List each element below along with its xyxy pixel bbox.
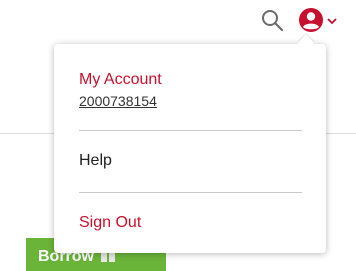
my-account-link[interactable]: My Account (79, 71, 162, 89)
search-button[interactable] (259, 7, 285, 33)
page: Borrow My Account 2000738154 Help Sign O… (0, 0, 356, 271)
sign-out-menu-item[interactable]: Sign Out (79, 214, 141, 232)
menu-divider (79, 130, 302, 131)
dropdown-caret (297, 34, 315, 52)
chevron-down-icon (327, 18, 337, 25)
help-menu-item[interactable]: Help (79, 152, 112, 170)
menu-divider (79, 192, 302, 193)
search-icon (262, 10, 284, 32)
account-number-link[interactable]: 2000738154 (79, 93, 157, 109)
account-menu-button[interactable] (298, 7, 338, 35)
account-dropdown: My Account 2000738154 Help Sign Out (54, 34, 326, 253)
